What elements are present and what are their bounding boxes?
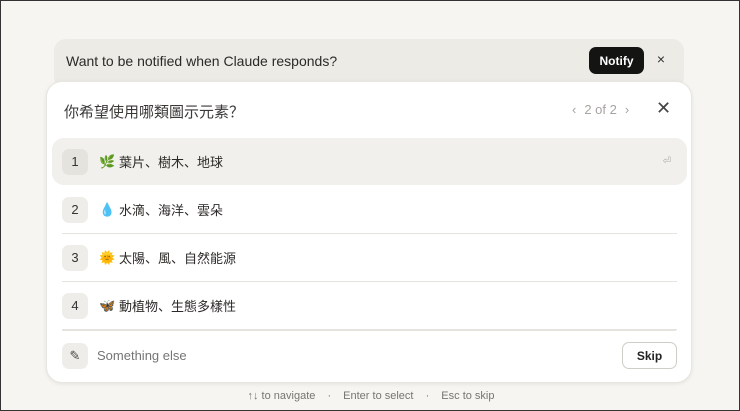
butterfly-icon: 🦋: [99, 297, 116, 313]
prev-icon[interactable]: ‹: [572, 102, 576, 117]
next-icon[interactable]: ›: [625, 102, 629, 117]
close-icon[interactable]: ✕: [656, 98, 671, 119]
option-label: 葉片、樹木、地球: [119, 155, 224, 170]
option-label: 水滴、海洋、雲朵: [119, 203, 224, 218]
page-indicator: 2 of 2: [584, 102, 617, 117]
something-else-input[interactable]: [97, 348, 497, 363]
leaf-icon: 🌿: [99, 153, 116, 169]
skip-button[interactable]: Skip: [622, 342, 677, 369]
separator: ·: [327, 390, 332, 402]
option-label: 太陽、風、自然能源: [119, 251, 237, 266]
sun-icon: 🌞: [99, 249, 116, 265]
option-1[interactable]: 1 🌿 葉片、樹木、地球 ⏎: [52, 138, 687, 185]
hint-navigate: ↑↓ to navigate: [247, 390, 316, 402]
option-label: 動植物、生態多樣性: [119, 299, 237, 314]
option-number: 1: [62, 148, 88, 175]
option-number: 3: [62, 244, 88, 271]
question-card: 你希望使用哪類圖示元素？ ‹ 2 of 2 › ✕ 1 🌿 葉片、樹木、地球 ⏎…: [46, 81, 692, 383]
option-4[interactable]: 4 🦋 動植物、生態多樣性: [52, 282, 687, 330]
pager: ‹ 2 of 2 ›: [572, 102, 629, 117]
question-title: 你希望使用哪類圖示元素？: [64, 104, 245, 121]
divider: [62, 330, 676, 331]
droplet-icon: 💧: [99, 201, 116, 217]
banner-close-icon[interactable]: ×: [652, 51, 670, 67]
option-3[interactable]: 3 🌞 太陽、風、自然能源: [52, 234, 687, 282]
banner-text: Want to be notified when Claude responds…: [66, 53, 338, 69]
separator: ·: [425, 390, 430, 402]
hint-skip: Esc to skip: [441, 390, 495, 402]
option-number: 2: [62, 196, 88, 223]
notify-button[interactable]: Notify: [589, 47, 644, 74]
option-number: 4: [62, 292, 88, 319]
option-2[interactable]: 2 💧 水滴、海洋、雲朵: [52, 186, 687, 234]
pencil-icon: ✎: [62, 343, 88, 369]
return-icon: ⏎: [662, 156, 671, 167]
hint-select: Enter to select: [343, 390, 414, 402]
keyboard-hints: ↑↓ to navigate · Enter to select · Esc t…: [1, 390, 740, 402]
